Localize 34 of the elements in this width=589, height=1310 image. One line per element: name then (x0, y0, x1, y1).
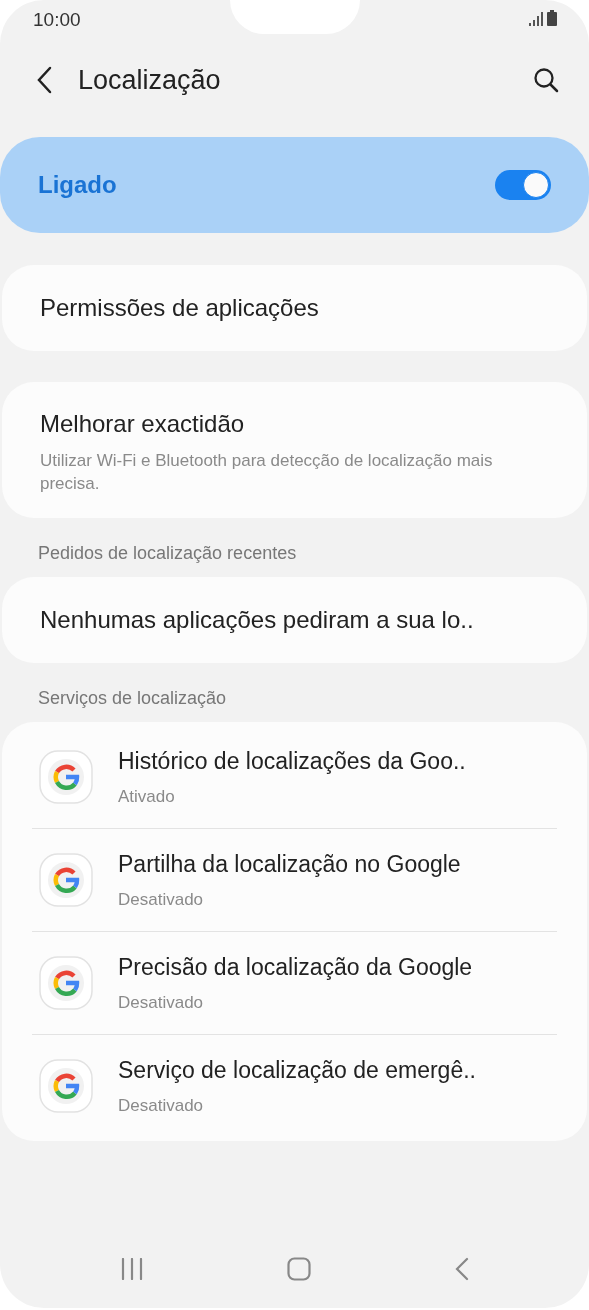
card-title: Permissões de aplicações (40, 293, 320, 323)
recent-apps-icon[interactable] (119, 1258, 144, 1280)
back-icon[interactable] (36, 66, 52, 94)
app-icon (38, 851, 94, 908)
item-status: Desativado (118, 992, 205, 1015)
item-status: Desativado (118, 889, 205, 912)
app-icon (38, 1057, 94, 1114)
home-icon[interactable] (287, 1257, 312, 1281)
service-item[interactable]: Histórico de localizações da Goo.. Ativado (2, 725, 587, 828)
search-icon[interactable] (533, 67, 559, 93)
section-heading: Serviços de localização (37, 686, 228, 710)
card-text: Nenhumas aplicações pediram a sua lo.. (40, 604, 474, 635)
card-subtitle: Utilizar Wi-Fi e Bluetooth para detecção de localização mais precisa. (40, 450, 494, 495)
page-title: Localização (78, 63, 221, 97)
section-heading: Pedidos de localização recentes (37, 541, 298, 565)
item-title: Partilha da localização no Google (118, 849, 461, 879)
app-icon (38, 954, 94, 1011)
service-item[interactable]: Serviço de localização de emergê.. Desativado (2, 1034, 587, 1137)
item-status: Ativado (118, 786, 176, 809)
item-title: Serviço de localização de emergê.. (118, 1055, 476, 1085)
service-item[interactable]: Precisão da localização da Google Desativado (2, 931, 587, 1034)
card-title: Melhorar exactidão (40, 409, 246, 439)
app-icon (38, 748, 94, 805)
service-item[interactable]: Partilha da localização no Google Desativado (2, 828, 587, 931)
toggle-switch[interactable] (495, 170, 551, 200)
item-status: Desativado (118, 1095, 205, 1118)
item-title: Precisão da localização da Google (118, 952, 473, 982)
settings-card[interactable]: Permissões de aplicações (2, 265, 587, 351)
clock: 10:00 (33, 8, 81, 32)
battery-icon (547, 10, 557, 26)
signal-icon (529, 12, 543, 26)
switch-label: Ligado (38, 170, 117, 200)
settings-card[interactable]: Melhorar exactidão Utilizar Wi-Fi e Bluetooth para detecção de localização mais precisa. (2, 382, 587, 518)
item-title: Histórico de localizações da Goo.. (118, 746, 466, 776)
